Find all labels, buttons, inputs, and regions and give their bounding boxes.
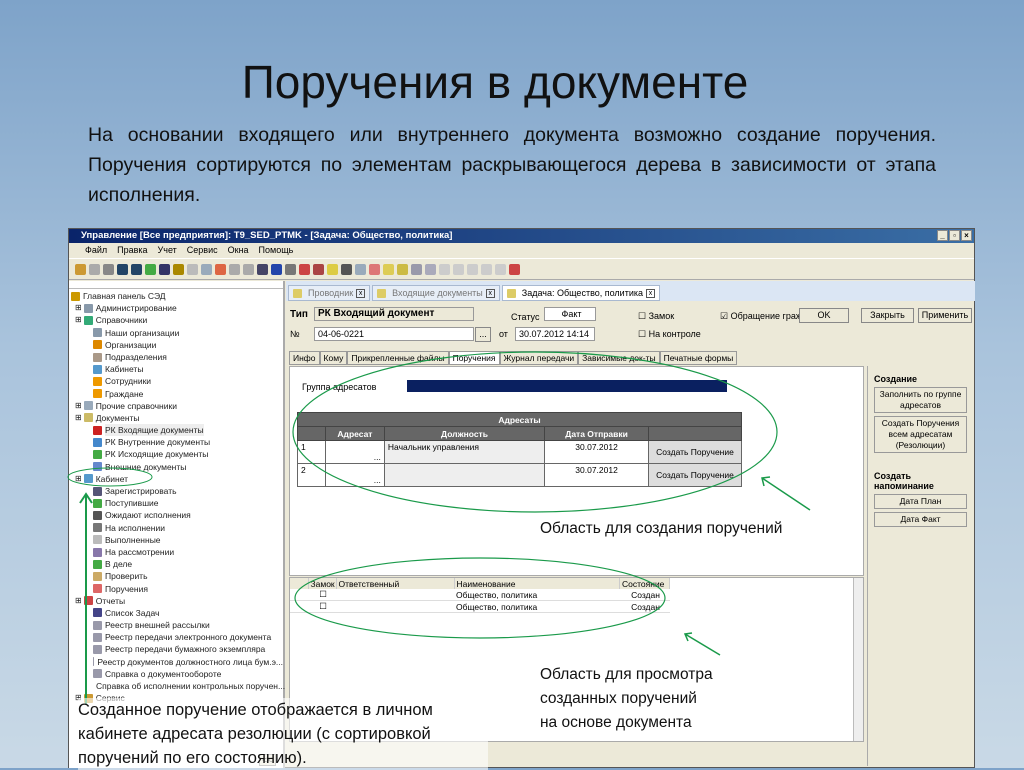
create-arrow — [761, 477, 811, 511]
cabinet-caption: Созданное поручение отображается в лично… — [78, 698, 488, 770]
view-area-ellipse — [294, 557, 666, 639]
cabinet-ellipse — [67, 467, 153, 487]
view-area-caption: Область для просмотра созданных поручений… — [540, 666, 713, 731]
create-area-caption: Область для создания поручений — [540, 520, 783, 537]
create-area-ellipse — [292, 351, 778, 513]
view-arrow — [684, 633, 721, 656]
annotation-overlay — [67, 351, 811, 705]
